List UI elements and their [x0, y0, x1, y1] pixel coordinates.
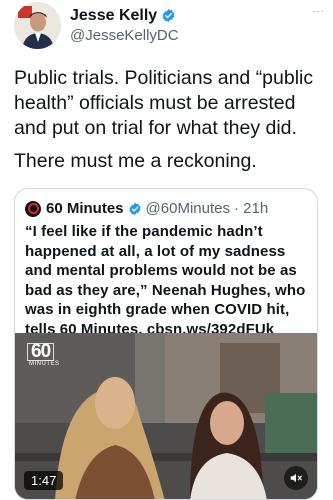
quoted-tweet-time: · 21h — [233, 200, 269, 217]
quoted-author-handle: @60Minutes — [145, 200, 230, 217]
quoted-tweet-text: “I feel like if the pandemic hadn’t happ… — [25, 223, 306, 338]
quoted-tweet-card[interactable]: 60 Minutes @60Minutes · 21h “I feel like… — [14, 188, 318, 500]
verified-badge-icon — [162, 8, 175, 23]
author-avatar[interactable] — [14, 1, 61, 49]
quoted-tweet-header: 60 Minutes @60Minutes · 21h — [15, 189, 317, 219]
author-handle[interactable]: @JesseKellyDC — [70, 27, 179, 44]
sixty-minutes-logo-sub: MINUTES — [29, 361, 60, 367]
video-player[interactable]: 60 MINUTES 1:47 — [15, 333, 317, 499]
sixty-minutes-logo: 60 — [27, 342, 55, 361]
quoted-author-avatar — [25, 200, 41, 217]
video-duration: 1:47 — [24, 471, 64, 490]
quoted-author-name: 60 Minutes — [46, 200, 124, 217]
tweet-paragraph: Public trials. Politicians and “public h… — [14, 67, 314, 139]
tweet-paragraph: There must me a reckoning. — [14, 150, 257, 172]
mute-icon[interactable] — [284, 466, 308, 490]
verified-badge-icon — [128, 202, 141, 215]
author-display-name[interactable]: Jesse Kelly — [70, 7, 157, 25]
tweet-body: Public trials. Politicians and “public h… — [14, 66, 323, 182]
tweet-header: Jesse Kelly @JesseKellyDC — [14, 1, 319, 49]
